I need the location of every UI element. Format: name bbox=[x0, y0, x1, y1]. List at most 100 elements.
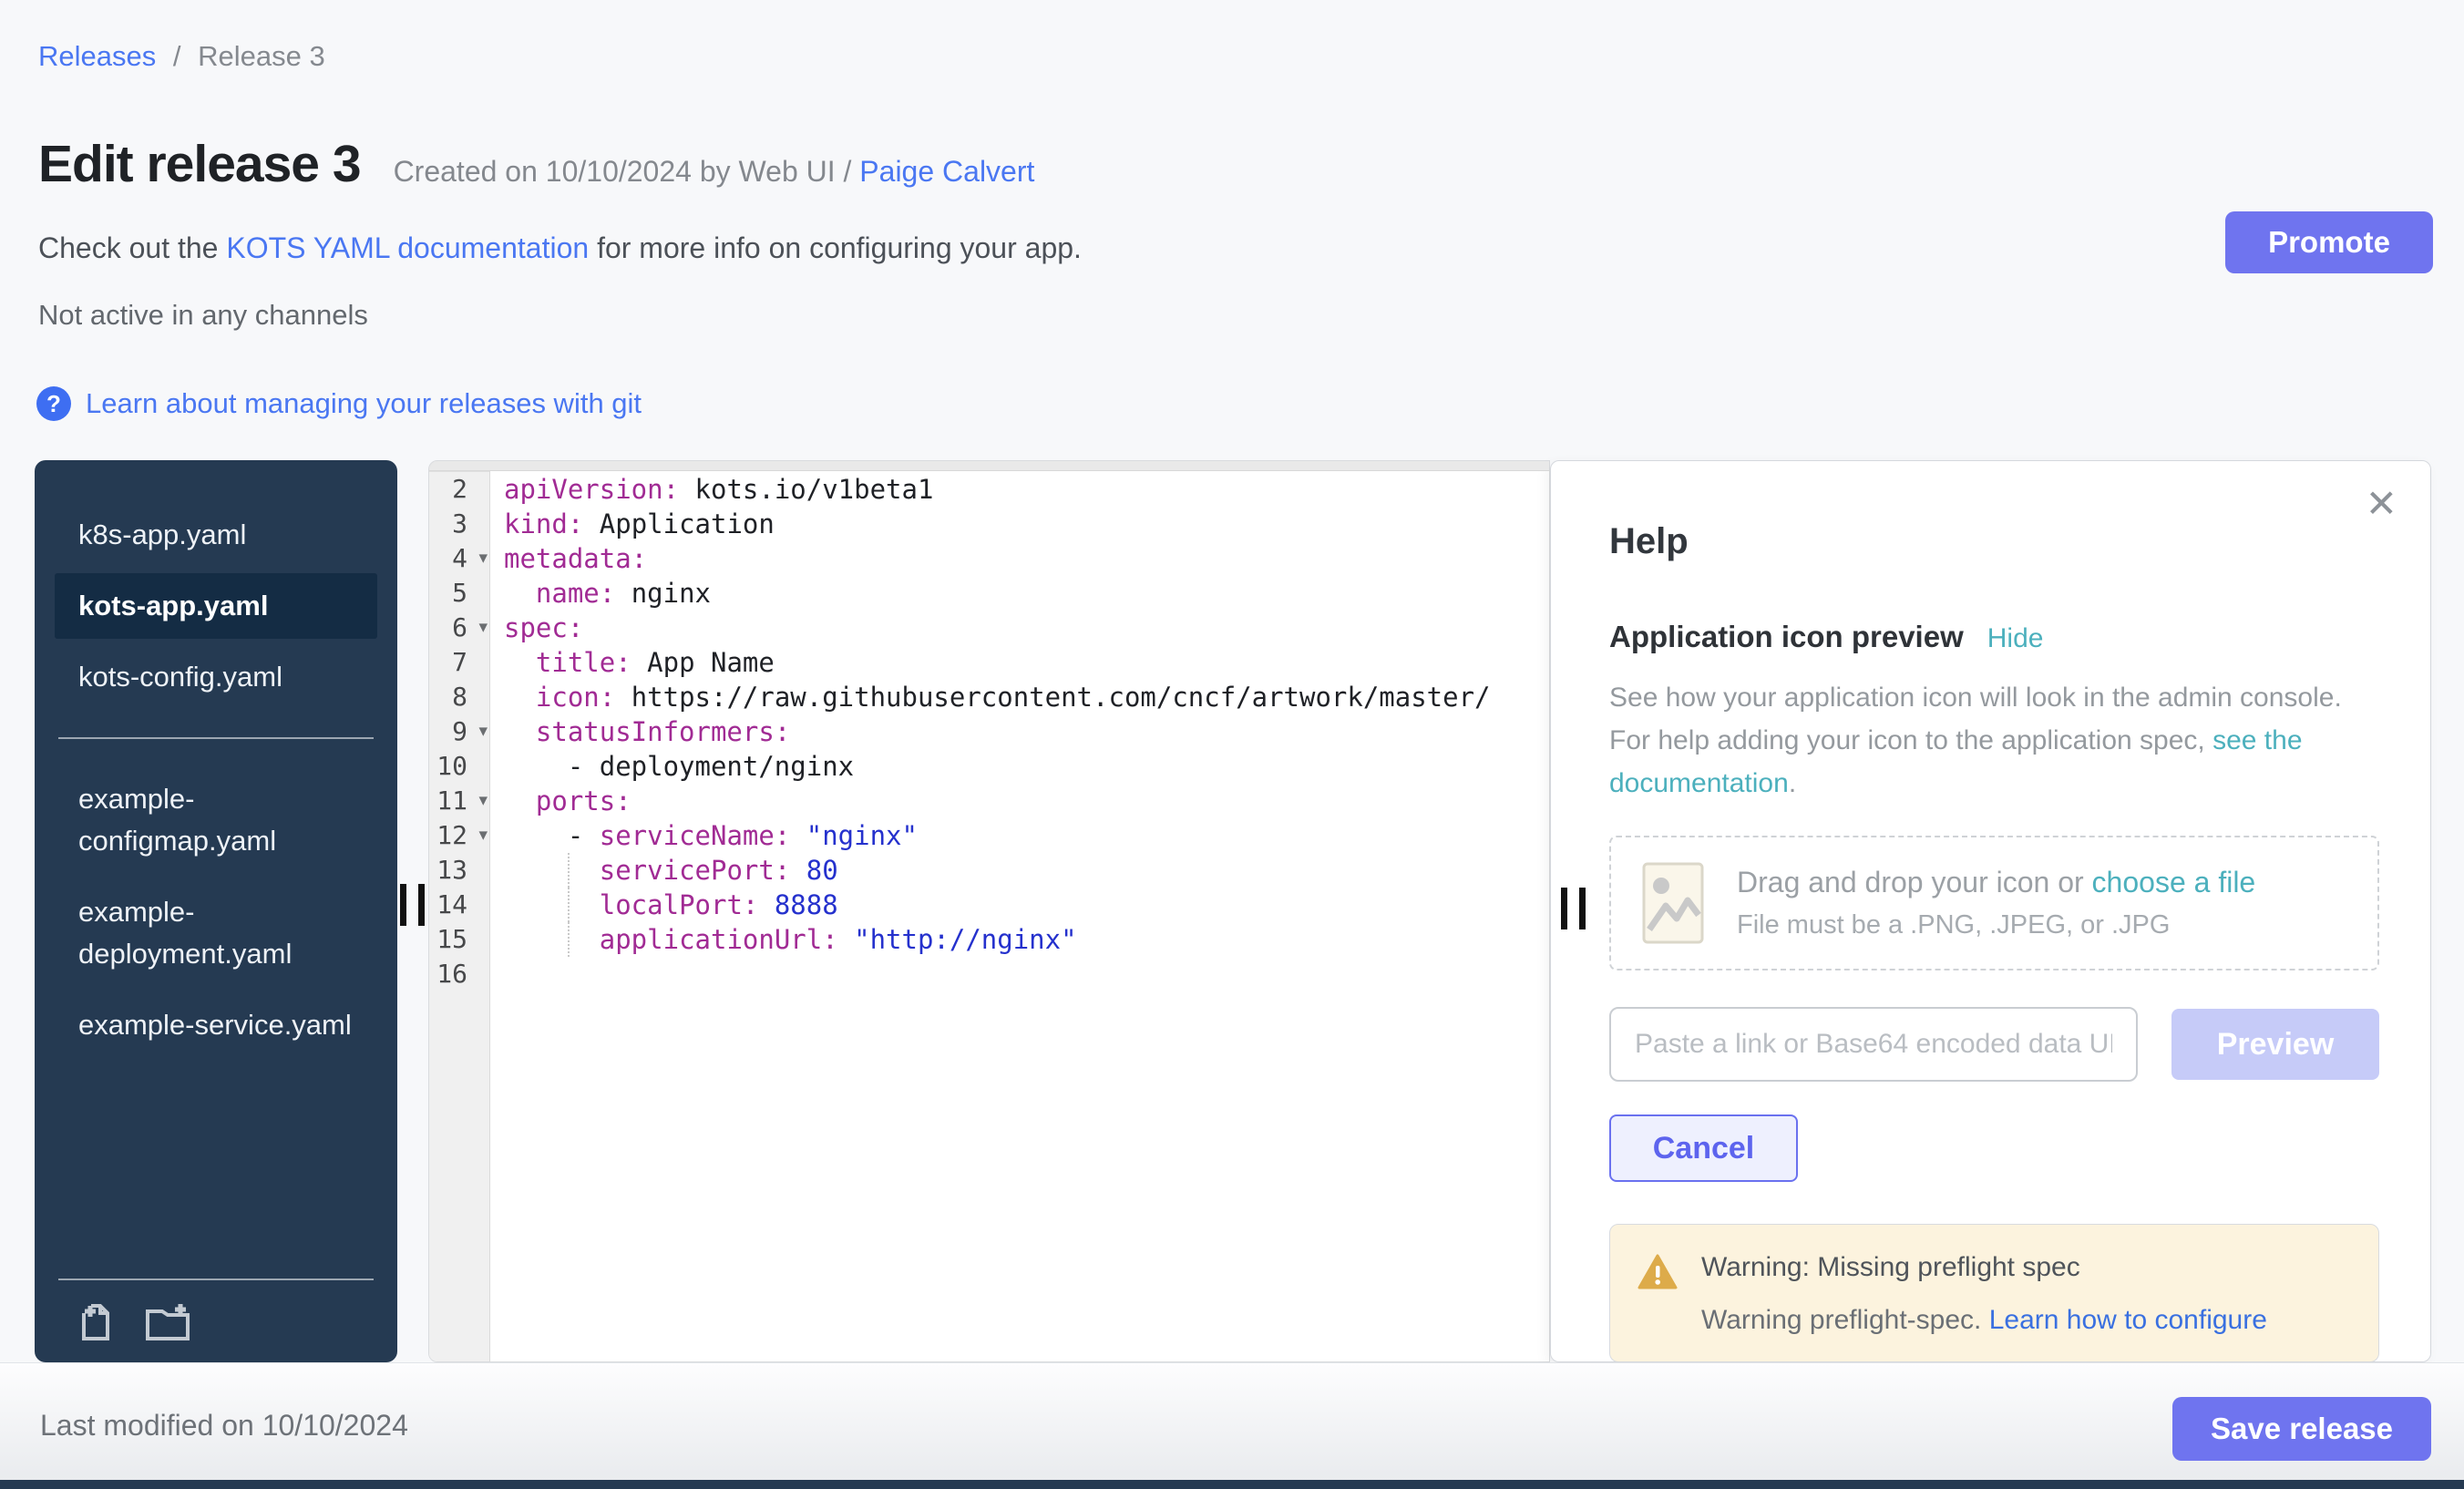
warning-triangle-icon bbox=[1638, 1254, 1678, 1290]
code-text: spec: bbox=[489, 611, 1549, 645]
fold-arrow-icon[interactable]: ▾ bbox=[478, 784, 488, 818]
editor-lines: 1---2apiVersion: kots.io/v1beta13kind: A… bbox=[429, 460, 1549, 991]
code-text: metadata: bbox=[489, 541, 1549, 576]
line-number: 15 bbox=[429, 922, 489, 957]
line-number: 10 bbox=[429, 749, 489, 784]
help-panel: ✕ Help Application icon preview Hide See… bbox=[1550, 460, 2431, 1362]
code-line[interactable]: 9▾ statusInformers: bbox=[429, 714, 1549, 749]
code-line[interactable]: 14 localPort: 8888 bbox=[429, 888, 1549, 922]
code-line[interactable]: 3kind: Application bbox=[429, 507, 1549, 541]
fold-arrow-icon[interactable]: ▾ bbox=[478, 611, 488, 645]
created-info: Created on 10/10/2024 by Web UI / Paige … bbox=[394, 155, 1035, 189]
file-tree-item-k8s-app-yaml[interactable]: k8s-app.yaml bbox=[55, 502, 377, 568]
line-number: 4▾ bbox=[429, 541, 489, 576]
line-number: 5 bbox=[429, 576, 489, 611]
code-text: name: nginx bbox=[489, 576, 1549, 611]
code-line[interactable]: 2apiVersion: kots.io/v1beta1 bbox=[429, 472, 1549, 507]
bottom-edge-strip bbox=[0, 1480, 2464, 1489]
close-icon[interactable]: ✕ bbox=[2366, 485, 2397, 523]
line-number: 13 bbox=[429, 853, 489, 888]
edit-release-page: Releases / Release 3 Edit release 3 Crea… bbox=[0, 0, 2464, 1489]
line-number: 9▾ bbox=[429, 714, 489, 749]
configure-preflight-link[interactable]: Learn how to configure bbox=[1989, 1305, 2267, 1335]
promote-button[interactable]: Promote bbox=[2225, 211, 2433, 273]
line-number: 12▾ bbox=[429, 818, 489, 853]
fold-arrow-icon[interactable]: ▾ bbox=[478, 541, 488, 576]
icon-preview-description: See how your application icon will look … bbox=[1609, 676, 2379, 805]
line-number: 6▾ bbox=[429, 611, 489, 645]
code-text: kind: Application bbox=[489, 507, 1549, 541]
code-line[interactable]: 10 - deployment/nginx bbox=[429, 749, 1549, 784]
warning-title: Warning: Missing preflight spec bbox=[1701, 1252, 2267, 1283]
line-number: 16 bbox=[429, 957, 489, 991]
code-line[interactable]: 12▾ - serviceName: "nginx" bbox=[429, 818, 1549, 853]
file-tree-item-example-deployment-yaml[interactable]: example-deployment.yaml bbox=[55, 879, 377, 987]
title-row: Edit release 3 Created on 10/10/2024 by … bbox=[38, 135, 1034, 193]
code-text: apiVersion: kots.io/v1beta1 bbox=[489, 472, 1549, 507]
dropzone-line1: Drag and drop your icon or bbox=[1737, 866, 2092, 899]
yaml-code-editor[interactable]: 1---2apiVersion: kots.io/v1beta13kind: A… bbox=[428, 460, 1550, 1362]
add-file-icon[interactable] bbox=[73, 1300, 117, 1344]
dropzone-file-types: File must be a .PNG, .JPEG, or .JPG bbox=[1737, 910, 2255, 940]
cancel-button[interactable]: Cancel bbox=[1609, 1114, 1798, 1182]
warning-body: Warning preflight-spec. bbox=[1701, 1305, 1989, 1335]
last-modified-label: Last modified on 10/10/2024 bbox=[40, 1409, 408, 1443]
help-panel-title: Help bbox=[1609, 519, 2379, 563]
file-tree-item-example-configmap-yaml[interactable]: example-configmap.yaml bbox=[55, 766, 377, 874]
git-help-row: ? Learn about managing your releases wit… bbox=[36, 386, 642, 421]
breadcrumb-separator: / bbox=[173, 40, 181, 72]
code-text: - serviceName: "nginx" bbox=[489, 818, 1549, 853]
description-period: . bbox=[1789, 768, 1796, 798]
line-number: 2 bbox=[429, 472, 489, 507]
breadcrumb-releases-link[interactable]: Releases bbox=[38, 40, 156, 72]
line-number: 7 bbox=[429, 645, 489, 680]
code-text: statusInformers: bbox=[489, 714, 1549, 749]
author-link[interactable]: Paige Calvert bbox=[859, 155, 1034, 188]
code-text bbox=[489, 957, 1549, 991]
icon-url-input[interactable] bbox=[1609, 1007, 2138, 1082]
editor-horizontal-scrollbar[interactable] bbox=[429, 461, 1549, 471]
save-release-button[interactable]: Save release bbox=[2172, 1397, 2431, 1461]
line-number: 14 bbox=[429, 888, 489, 922]
icon-dropzone[interactable]: Drag and drop your icon or choose a file… bbox=[1609, 836, 2379, 970]
sidebar-resize-handle[interactable] bbox=[400, 884, 425, 926]
file-tree-item-kots-app-yaml[interactable]: kots-app.yaml bbox=[55, 573, 377, 639]
code-line[interactable]: 15 applicationUrl: "http://nginx" bbox=[429, 922, 1549, 957]
code-text: localPort: 8888 bbox=[489, 888, 1549, 922]
code-line[interactable]: 4▾metadata: bbox=[429, 541, 1549, 576]
file-tree-sidebar: k8s-app.yamlkots-app.yamlkots-config.yam… bbox=[35, 460, 397, 1362]
code-text: ports: bbox=[489, 784, 1549, 818]
code-line[interactable]: 13 servicePort: 80 bbox=[429, 853, 1549, 888]
icon-preview-title: Application icon preview bbox=[1609, 620, 1964, 654]
warning-banner: Warning: Missing preflight spec Warning … bbox=[1609, 1224, 2379, 1362]
icon-url-row: Preview bbox=[1609, 1007, 2379, 1082]
code-text: applicationUrl: "http://nginx" bbox=[489, 922, 1549, 957]
code-line[interactable]: 5 name: nginx bbox=[429, 576, 1549, 611]
fold-arrow-icon[interactable]: ▾ bbox=[478, 818, 488, 853]
file-tree-item-kots-config-yaml[interactable]: kots-config.yaml bbox=[55, 644, 377, 710]
code-line[interactable]: 11▾ ports: bbox=[429, 784, 1549, 818]
kots-yaml-docs-link[interactable]: KOTS YAML documentation bbox=[226, 231, 589, 264]
code-line[interactable]: 6▾spec: bbox=[429, 611, 1549, 645]
help-circle-icon: ? bbox=[36, 386, 71, 421]
icon-preview-section-header: Application icon preview Hide bbox=[1609, 620, 2379, 654]
hide-link[interactable]: Hide bbox=[1987, 623, 2044, 654]
doc-hint-prefix: Check out the bbox=[38, 231, 226, 264]
git-releases-link[interactable]: Learn about managing your releases with … bbox=[86, 387, 642, 420]
footer-bar: Last modified on 10/10/2024 Save release bbox=[0, 1362, 2464, 1481]
file-tree-footer bbox=[35, 1278, 397, 1344]
help-panel-resize-handle[interactable] bbox=[1561, 888, 1586, 929]
preview-button[interactable]: Preview bbox=[2171, 1009, 2379, 1080]
add-folder-icon[interactable] bbox=[144, 1300, 191, 1344]
code-line[interactable]: 7 title: App Name bbox=[429, 645, 1549, 680]
fold-arrow-icon[interactable]: ▾ bbox=[478, 714, 488, 749]
file-tree-item-example-service-yaml[interactable]: example-service.yaml bbox=[55, 992, 377, 1058]
choose-file-link[interactable]: choose a file bbox=[2092, 866, 2256, 899]
code-text: title: App Name bbox=[489, 645, 1549, 680]
code-line[interactable]: 8 icon: https://raw.githubusercontent.co… bbox=[429, 680, 1549, 714]
breadcrumb-current: Release 3 bbox=[198, 40, 325, 72]
divider bbox=[58, 1278, 374, 1280]
code-line[interactable]: 16 bbox=[429, 957, 1549, 991]
image-placeholder-icon bbox=[1642, 862, 1704, 944]
page-title: Edit release 3 bbox=[38, 135, 361, 193]
